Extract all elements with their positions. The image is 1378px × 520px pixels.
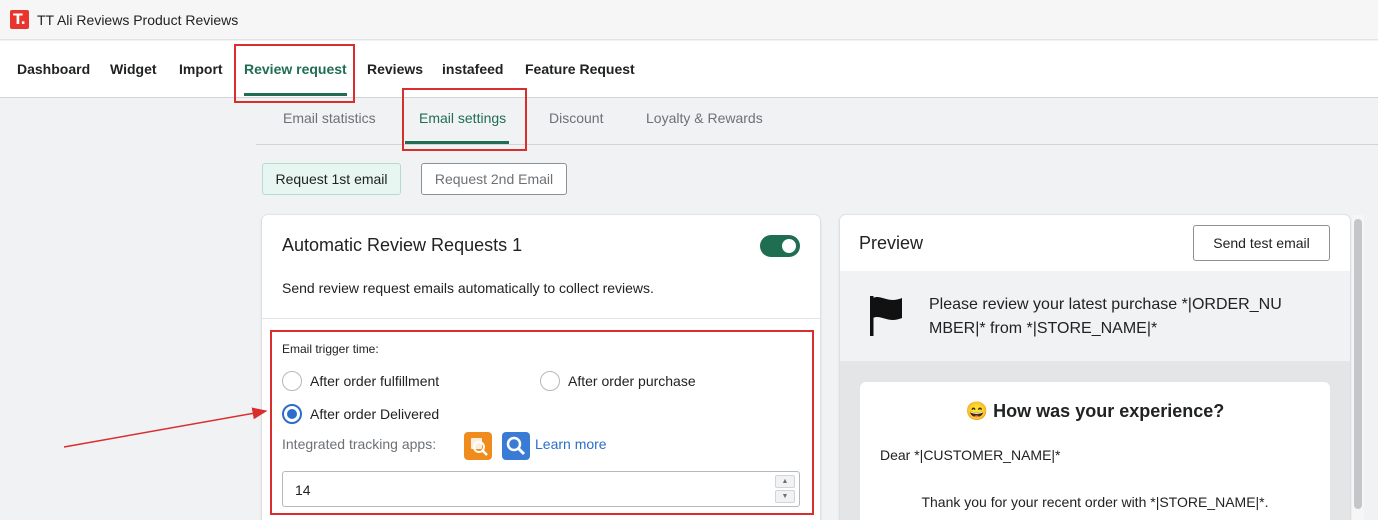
tab-discount[interactable]: Discount: [549, 110, 603, 126]
preview-title: Preview: [859, 233, 924, 253]
trigger-time-label: Email trigger time:: [282, 342, 379, 356]
smile-emoji-icon: 😄: [965, 401, 989, 421]
nav-import[interactable]: Import: [179, 61, 223, 77]
auto-review-card: Automatic Review Requests 1 Send review …: [262, 215, 820, 520]
email-body-text: Thank you for your recent order with *|S…: [921, 494, 1269, 510]
email-greeting: Dear *|CUSTOMER_NAME|*: [880, 447, 1061, 463]
send-test-email-button[interactable]: Send test email: [1193, 225, 1330, 261]
learn-more-link[interactable]: Learn more: [535, 436, 607, 452]
nav-review-request[interactable]: Review request: [244, 61, 347, 77]
stepper-up-icon[interactable]: ▲: [775, 475, 795, 488]
tracking-app-orange-icon[interactable]: [464, 432, 492, 460]
app-logo: T.: [10, 10, 29, 29]
auto-request-toggle[interactable]: [760, 235, 800, 257]
email-heading: 😄 How was your experience?: [860, 401, 1330, 422]
stepper-down-icon[interactable]: ▼: [775, 490, 795, 503]
tracking-app-blue-icon[interactable]: [502, 432, 530, 460]
radio-after-fulfillment[interactable]: After order fulfillment: [282, 371, 439, 391]
preview-scrollbar[interactable]: [1352, 215, 1364, 520]
subtab-active-indicator: [405, 141, 509, 144]
card-description: Send review request emails automatically…: [282, 280, 654, 296]
tab-loyalty-rewards[interactable]: Loyalty & Rewards: [646, 110, 763, 126]
email-subject: Please review your latest purchase *|ORD…: [929, 296, 1282, 337]
request-2nd-email-button[interactable]: Request 2nd Email: [421, 163, 567, 195]
app-titlebar: T. TT Ali Reviews Product Reviews: [0, 0, 1378, 40]
scrollbar-thumb[interactable]: [1354, 219, 1362, 509]
tab-email-settings[interactable]: Email settings: [419, 110, 506, 126]
radio-label: After order purchase: [568, 373, 696, 389]
email-heading-text: How was your experience?: [993, 401, 1225, 421]
email-subject-band: Please review your latest purchase *|ORD…: [840, 271, 1350, 361]
card-divider: [262, 318, 820, 319]
app-title: TT Ali Reviews Product Reviews: [37, 11, 239, 28]
flag-icon: [866, 294, 906, 338]
nav-widget[interactable]: Widget: [110, 61, 157, 77]
nav-reviews[interactable]: Reviews: [367, 61, 423, 77]
email-card: 😄 How was your experience? Dear *|CUSTOM…: [860, 382, 1330, 520]
nav-active-indicator: [244, 93, 347, 96]
email-preview-panel: Preview Send test email Please review yo…: [840, 215, 1350, 520]
radio-after-purchase[interactable]: After order purchase: [540, 371, 696, 391]
trigger-days-value: 14: [295, 482, 311, 498]
number-stepper[interactable]: ▲ ▼: [775, 475, 795, 503]
toggle-knob: [782, 239, 796, 253]
email-body-area: 😄 How was your experience? Dear *|CUSTOM…: [840, 361, 1350, 520]
main-nav: Dashboard Widget Import Review request R…: [0, 41, 1378, 98]
request-1st-email-button[interactable]: Request 1st email: [262, 163, 401, 195]
sub-tabs: Email statistics Email settings Discount…: [256, 98, 1378, 145]
radio-circle[interactable]: [540, 371, 560, 391]
nav-feature-request[interactable]: Feature Request: [525, 61, 635, 77]
radio-after-delivered[interactable]: After order Delivered: [282, 404, 439, 424]
trigger-days-input[interactable]: 14 ▲ ▼: [282, 471, 800, 507]
nav-dashboard[interactable]: Dashboard: [17, 61, 90, 77]
card-title: Automatic Review Requests 1: [282, 235, 523, 255]
radio-circle-selected[interactable]: [282, 404, 302, 424]
tracking-apps-label: Integrated tracking apps:: [282, 436, 437, 452]
radio-circle[interactable]: [282, 371, 302, 391]
radio-label: After order Delivered: [310, 406, 440, 422]
nav-instafeed[interactable]: instafeed: [442, 61, 503, 77]
tab-email-statistics[interactable]: Email statistics: [283, 110, 376, 126]
radio-label: After order fulfillment: [310, 373, 440, 389]
